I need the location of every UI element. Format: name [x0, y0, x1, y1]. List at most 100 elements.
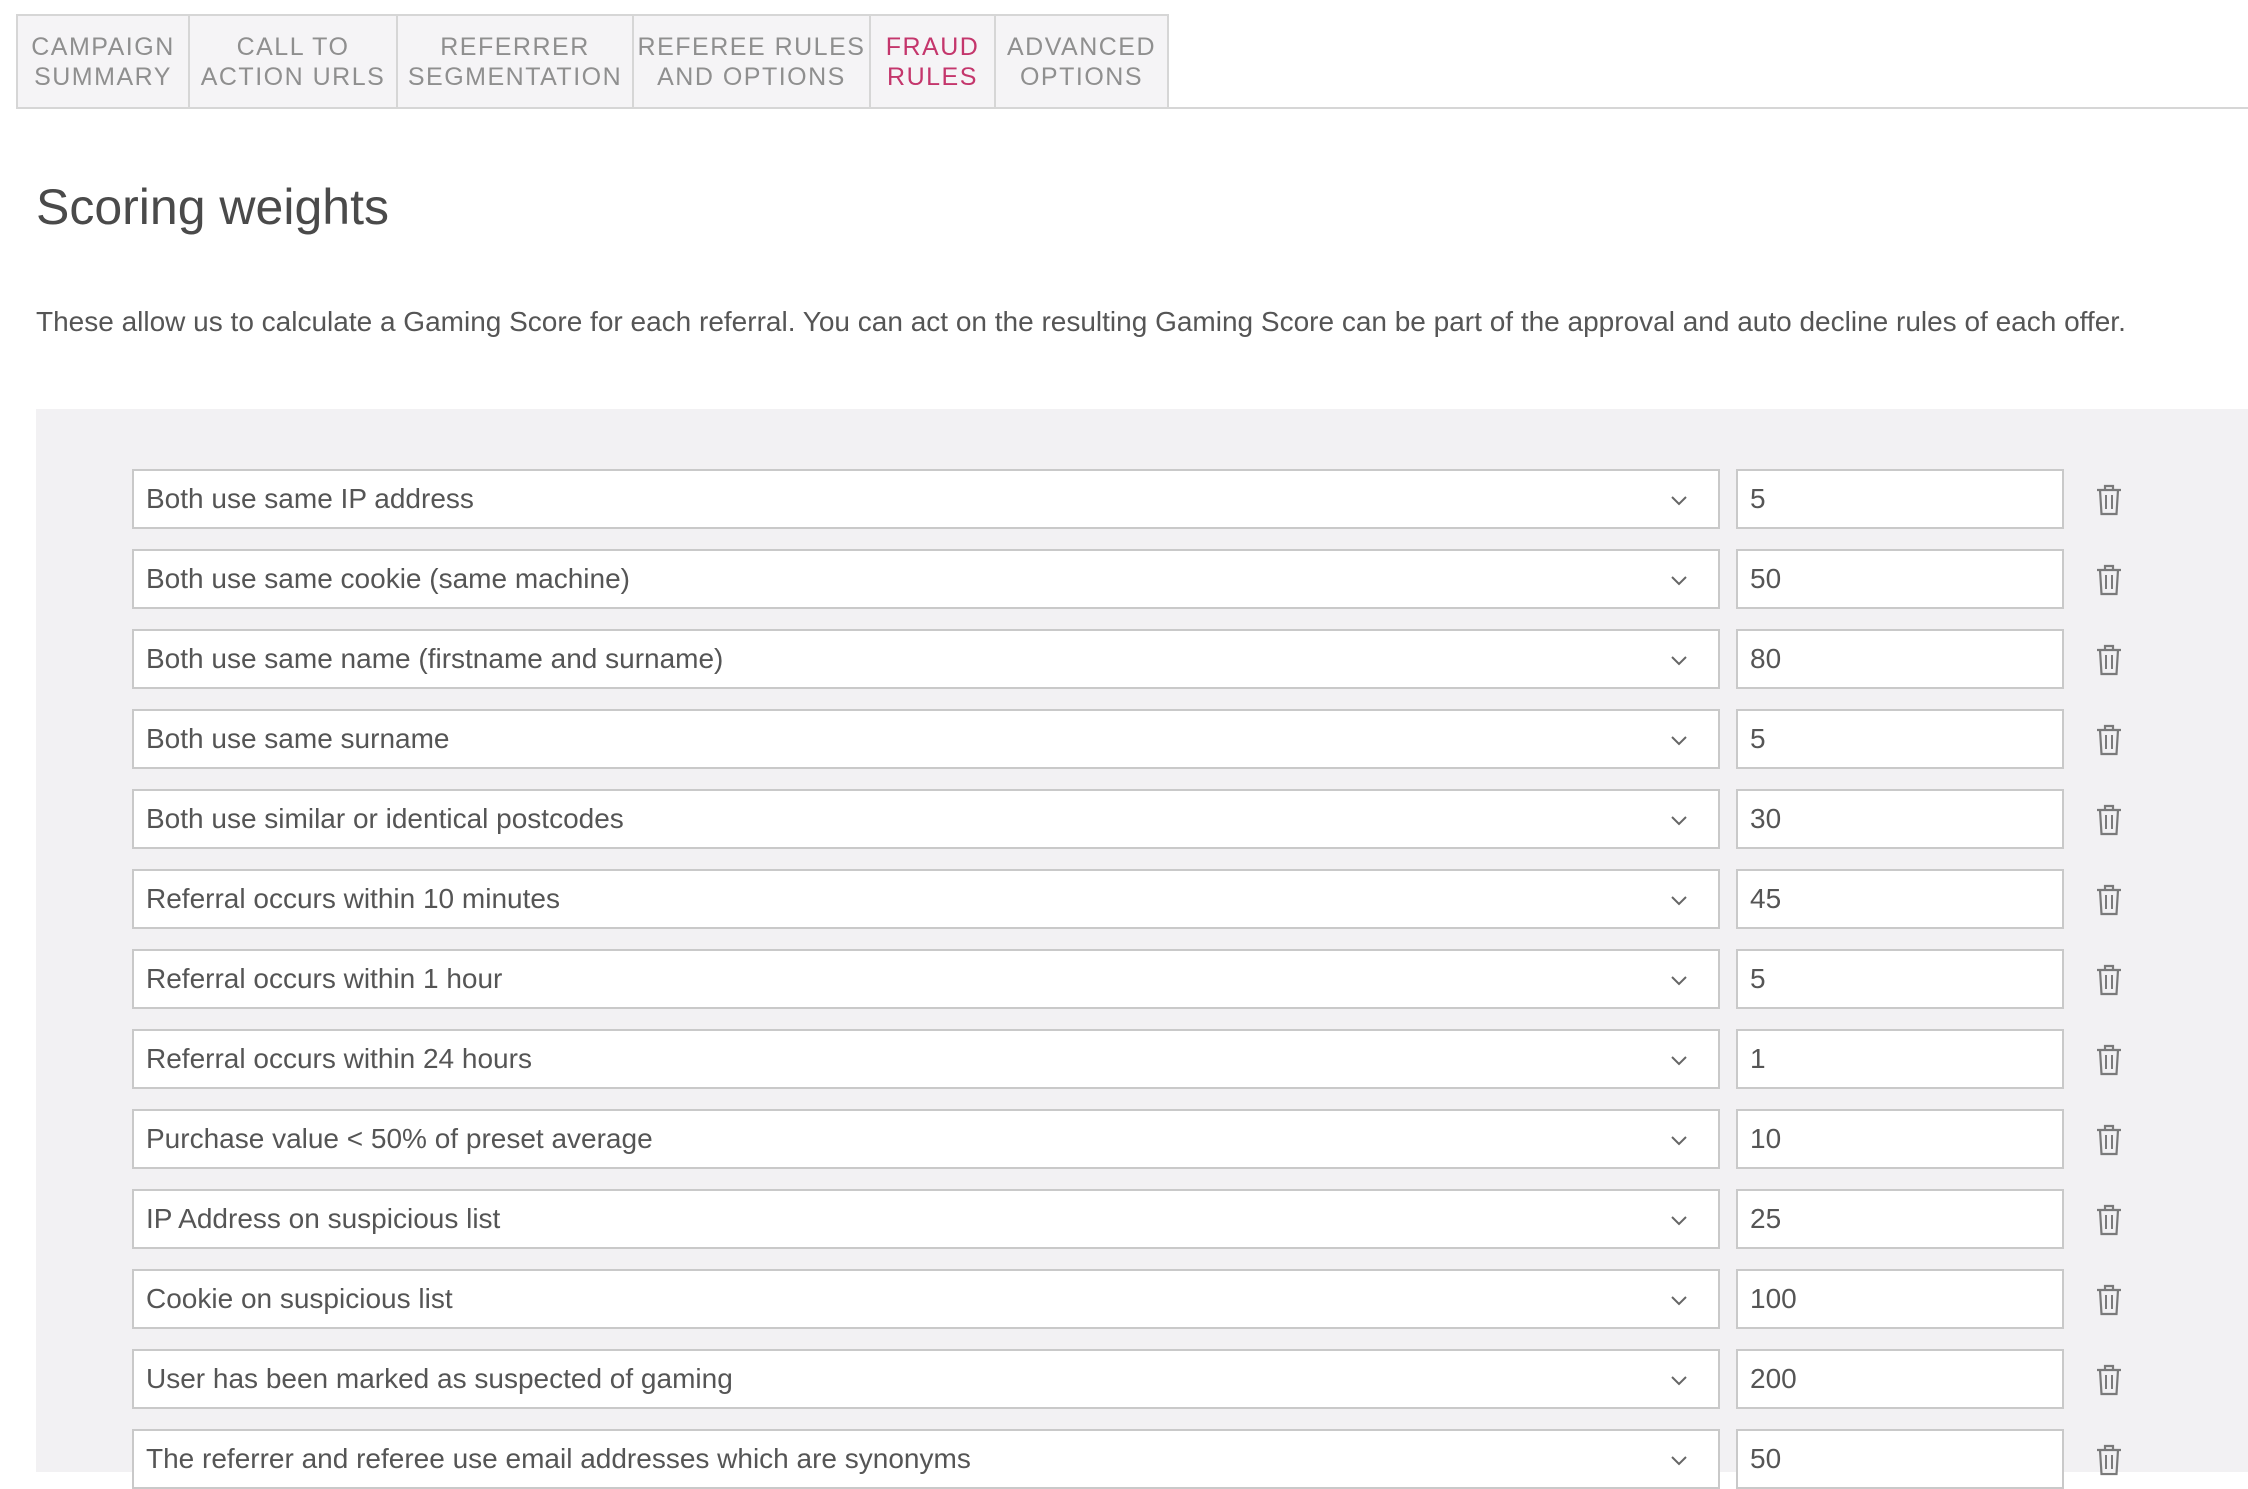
tab-referee-rules-and-options[interactable]: REFEREE RULES AND OPTIONS [632, 14, 871, 109]
scoring-rule-row: IP Address on suspicious list [132, 1189, 2132, 1249]
trash-icon [2093, 1203, 2125, 1237]
chevron-down-icon [1670, 1371, 1688, 1389]
page-description: These allow us to calculate a Gaming Sco… [36, 306, 2126, 338]
rule-select[interactable]: Both use same surname [132, 709, 1720, 769]
chevron-down-icon [1670, 1291, 1688, 1309]
delete-rule-button[interactable] [2093, 563, 2125, 597]
trash-icon [2093, 1123, 2125, 1157]
tab-call-to-action-urls[interactable]: CALL TO ACTION URLS [188, 14, 398, 109]
delete-rule-button[interactable] [2093, 643, 2125, 677]
weight-input[interactable] [1736, 869, 2064, 929]
scoring-rule-row: Cookie on suspicious list [132, 1269, 2132, 1329]
scoring-rule-row: Both use similar or identical postcodes [132, 789, 2132, 849]
rule-select-label: Cookie on suspicious list [146, 1271, 453, 1327]
weight-input[interactable] [1736, 949, 2064, 1009]
tab-label: REFERRER SEGMENTATION [408, 32, 622, 92]
scoring-rule-row: The referrer and referee use email addre… [132, 1429, 2132, 1489]
delete-rule-button[interactable] [2093, 1283, 2125, 1317]
rule-select-label: Purchase value < 50% of preset average [146, 1111, 653, 1167]
trash-icon [2093, 723, 2125, 757]
chevron-down-icon [1670, 651, 1688, 669]
rule-select-label: Both use same IP address [146, 471, 474, 527]
trash-icon [2093, 1283, 2125, 1317]
tab-bar: CAMPAIGN SUMMARY CALL TO ACTION URLS REF… [16, 14, 1167, 109]
rule-select-label: The referrer and referee use email addre… [146, 1431, 971, 1487]
weight-input[interactable] [1736, 1349, 2064, 1409]
weight-input[interactable] [1736, 1189, 2064, 1249]
rule-select[interactable]: Cookie on suspicious list [132, 1269, 1720, 1329]
rule-select[interactable]: Referral occurs within 1 hour [132, 949, 1720, 1009]
rule-select-label: User has been marked as suspected of gam… [146, 1351, 733, 1407]
chevron-down-icon [1670, 1451, 1688, 1469]
tab-label: CAMPAIGN SUMMARY [31, 32, 175, 92]
rule-select-label: IP Address on suspicious list [146, 1191, 500, 1247]
rule-select-label: Both use same cookie (same machine) [146, 551, 630, 607]
rule-select[interactable]: Both use same name (firstname and surnam… [132, 629, 1720, 689]
rule-select-label: Referral occurs within 1 hour [146, 951, 502, 1007]
tab-advanced-options[interactable]: ADVANCED OPTIONS [994, 14, 1169, 109]
tab-label: CALL TO ACTION URLS [201, 32, 386, 92]
chevron-down-icon [1670, 1051, 1688, 1069]
chevron-down-icon [1670, 811, 1688, 829]
rule-select[interactable]: Referral occurs within 24 hours [132, 1029, 1720, 1089]
trash-icon [2093, 483, 2125, 517]
chevron-down-icon [1670, 891, 1688, 909]
trash-icon [2093, 643, 2125, 677]
chevron-down-icon [1670, 731, 1688, 749]
delete-rule-button[interactable] [2093, 963, 2125, 997]
rule-select[interactable]: Referral occurs within 10 minutes [132, 869, 1720, 929]
scoring-rule-row: Both use same surname [132, 709, 2132, 769]
rule-select[interactable]: Both use same IP address [132, 469, 1720, 529]
rule-select[interactable]: Both use same cookie (same machine) [132, 549, 1720, 609]
rule-select-label: Referral occurs within 24 hours [146, 1031, 532, 1087]
weight-input[interactable] [1736, 549, 2064, 609]
delete-rule-button[interactable] [2093, 483, 2125, 517]
trash-icon [2093, 1043, 2125, 1077]
scoring-rule-row: Referral occurs within 1 hour [132, 949, 2132, 1009]
tab-campaign-summary[interactable]: CAMPAIGN SUMMARY [16, 14, 190, 109]
chevron-down-icon [1670, 1211, 1688, 1229]
scoring-rule-row: Both use same IP address [132, 469, 2132, 529]
chevron-down-icon [1670, 1131, 1688, 1149]
rule-select[interactable]: User has been marked as suspected of gam… [132, 1349, 1720, 1409]
rule-select[interactable]: The referrer and referee use email addre… [132, 1429, 1720, 1489]
delete-rule-button[interactable] [2093, 883, 2125, 917]
rule-select[interactable]: Purchase value < 50% of preset average [132, 1109, 1720, 1169]
rule-select-label: Both use similar or identical postcodes [146, 791, 624, 847]
tab-label: ADVANCED OPTIONS [1007, 32, 1156, 92]
rule-select-label: Both use same name (firstname and surnam… [146, 631, 723, 687]
rule-select[interactable]: Both use similar or identical postcodes [132, 789, 1720, 849]
weight-input[interactable] [1736, 1109, 2064, 1169]
tab-label: FRAUD RULES [886, 32, 980, 92]
delete-rule-button[interactable] [2093, 1203, 2125, 1237]
delete-rule-button[interactable] [2093, 1123, 2125, 1157]
delete-rule-button[interactable] [2093, 723, 2125, 757]
weight-input[interactable] [1736, 1429, 2064, 1489]
chevron-down-icon [1670, 971, 1688, 989]
weight-input[interactable] [1736, 709, 2064, 769]
weight-input[interactable] [1736, 629, 2064, 689]
scoring-rule-row: Referral occurs within 10 minutes [132, 869, 2132, 929]
tab-fraud-rules[interactable]: FRAUD RULES [869, 14, 996, 109]
page-title: Scoring weights [36, 178, 389, 236]
trash-icon [2093, 803, 2125, 837]
trash-icon [2093, 563, 2125, 597]
rule-select-label: Both use same surname [146, 711, 450, 767]
trash-icon [2093, 1363, 2125, 1397]
weight-input[interactable] [1736, 1029, 2064, 1089]
weight-input[interactable] [1736, 469, 2064, 529]
scoring-rule-row: Both use same cookie (same machine) [132, 549, 2132, 609]
delete-rule-button[interactable] [2093, 1363, 2125, 1397]
chevron-down-icon [1670, 491, 1688, 509]
scoring-rule-row: Both use same name (firstname and surnam… [132, 629, 2132, 689]
trash-icon [2093, 963, 2125, 997]
rule-select[interactable]: IP Address on suspicious list [132, 1189, 1720, 1249]
scoring-weights-panel: Both use same IP address Both use same c… [36, 409, 2248, 1472]
rule-select-label: Referral occurs within 10 minutes [146, 871, 560, 927]
delete-rule-button[interactable] [2093, 803, 2125, 837]
weight-input[interactable] [1736, 1269, 2064, 1329]
weight-input[interactable] [1736, 789, 2064, 849]
tab-referrer-segmentation[interactable]: REFERRER SEGMENTATION [396, 14, 634, 109]
scoring-rule-row: User has been marked as suspected of gam… [132, 1349, 2132, 1409]
delete-rule-button[interactable] [2093, 1043, 2125, 1077]
